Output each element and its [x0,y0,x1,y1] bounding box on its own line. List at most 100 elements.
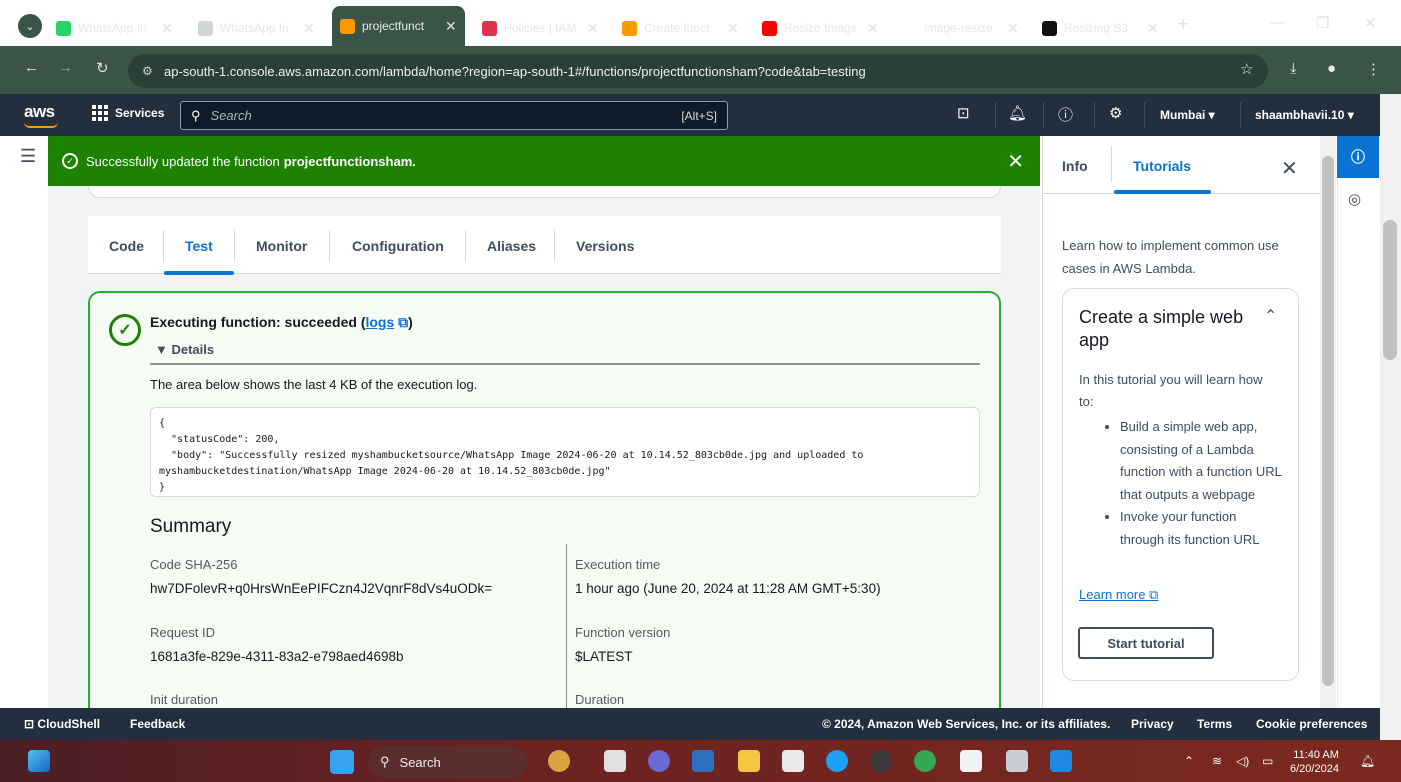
tab-divider [163,230,164,262]
close-tab-icon[interactable]: ✕ [587,20,599,37]
settings-gear-icon[interactable]: ⚙ [1109,104,1122,122]
download-icon[interactable]: ⤓ [1290,60,1297,77]
new-tab-button[interactable]: + [1178,14,1189,35]
favicon-icon [198,20,213,36]
notifications-bell-icon[interactable]: 🔔︎ [1008,104,1027,122]
panel-active-underline [1114,190,1211,194]
notepad-icon[interactable] [782,750,804,772]
close-tab-icon[interactable]: ✕ [161,20,173,37]
terms-link[interactable]: Terms [1197,717,1232,731]
account-menu[interactable]: shaambhavii.10 ▾ [1255,108,1354,122]
cloudshell-button[interactable]: ⊡ CloudShell [24,717,100,731]
search-input[interactable]: ⚲ Search [Alt+S] [180,101,728,130]
edge-browser-icon[interactable] [826,750,848,772]
panel-scrollbar-thumb[interactable] [1322,156,1334,686]
site-info-icon[interactable]: ⚙ [142,64,164,78]
tab-versions[interactable]: Versions [576,238,634,254]
notifications-bell-icon[interactable]: 🔔︎ [1360,754,1375,768]
side-nav-menu-icon[interactable]: ☰ [20,146,36,167]
tab-divider [465,230,466,262]
help-icon[interactable]: ⓘ [1058,104,1073,125]
privacy-link[interactable]: Privacy [1131,717,1174,731]
chevron-up-icon[interactable]: ⌃ [1184,754,1194,768]
wifi-icon[interactable]: ≋ [1212,754,1222,768]
close-tab-icon[interactable]: ✕ [1007,20,1019,37]
task-view-icon[interactable] [604,750,626,772]
execution-time-value: 1 hour ago (June 20, 2024 at 11:28 AM GM… [575,581,881,596]
browser-tab[interactable]: projectfunct ✕ [332,6,465,46]
feedback-link[interactable]: Feedback [130,717,185,731]
favicon-icon [482,20,497,36]
success-check-icon: ✓ [62,153,78,169]
menu-kebab-icon[interactable]: ⋮ [1366,60,1381,78]
browser-tab[interactable]: image-resize ✕ [894,10,1027,46]
details-toggle[interactable]: ▼ Details [155,342,214,357]
windows-start-icon[interactable] [330,750,354,774]
close-tab-icon[interactable]: ✕ [867,20,879,37]
browser-tab[interactable]: Resize Image ✕ [754,10,887,46]
volume-icon[interactable]: ◁) [1236,754,1249,768]
start-tutorial-button[interactable]: Start tutorial [1078,627,1214,659]
learn-more-link[interactable]: Learn more ⧉ [1079,587,1158,603]
taskbar-clock[interactable]: 11:40 AM 6/20/2024 [1290,748,1339,776]
browser-tab[interactable]: Create funct ✕ [614,10,747,46]
teams-chat-icon[interactable] [648,750,670,772]
tab-monitor[interactable]: Monitor [256,238,307,254]
page-scrollbar[interactable] [1380,94,1401,740]
taskbar-search[interactable]: ⚲ Search [368,746,528,778]
calculator-icon[interactable] [1006,750,1028,772]
tab-aliases[interactable]: Aliases [487,238,536,254]
tab-test[interactable]: Test [185,238,213,254]
chrome-browser-icon[interactable] [914,750,936,772]
favicon-icon [762,20,777,36]
profile-icon[interactable]: ● [1327,60,1336,77]
favicon-icon [340,18,355,34]
close-tab-icon[interactable]: ✕ [727,20,739,37]
tab-configuration[interactable]: Configuration [352,238,444,254]
cloudshell-icon[interactable]: ⊡ [957,104,970,122]
region-selector[interactable]: Mumbai ▾ [1160,108,1215,122]
address-bar[interactable]: ⚙ ap-south-1.console.aws.amazon.com/lamb… [128,54,1268,88]
services-menu[interactable]: Services [92,105,164,121]
vscode-icon[interactable] [1050,750,1072,772]
browser-tab[interactable]: WhatsApp In ✕ [48,10,181,46]
photos-icon[interactable] [692,750,714,772]
resources-icon[interactable]: ◎ [1348,190,1361,208]
browser-tab[interactable]: Resizing S3 ✕ [1034,10,1167,46]
panel-tab-info[interactable]: Info [1062,158,1088,174]
tab-code[interactable]: Code [109,238,144,254]
aws-logo[interactable]: aws [24,102,58,128]
widgets-icon[interactable] [28,750,50,772]
list-item: Build a simple web app, consisting of a … [1120,416,1282,506]
panel-tab-tutorials[interactable]: Tutorials [1133,158,1191,174]
page-scrollbar-thumb[interactable] [1383,220,1397,360]
close-tab-icon[interactable]: ✕ [445,18,457,35]
app-icon[interactable] [870,750,892,772]
close-tab-icon[interactable]: ✕ [1147,20,1159,37]
dismiss-flash-icon[interactable]: ✕ [1007,149,1024,174]
reload-icon[interactable]: ↻ [96,59,109,77]
bookmark-star-icon[interactable]: ☆ [1240,60,1253,78]
copilot-icon[interactable] [548,750,570,772]
tab-title: projectfunct [362,19,425,33]
store-icon[interactable] [960,750,982,772]
browser-tab[interactable]: Policies | IAM ✕ [474,10,607,46]
battery-icon[interactable]: ▭ [1262,754,1273,768]
close-tab-icon[interactable]: ✕ [303,20,315,37]
close-window-icon[interactable]: ✕ [1364,14,1377,32]
info-icon[interactable]: ⓘ [1337,136,1379,178]
file-explorer-icon[interactable] [738,750,760,772]
execution-log-output[interactable]: { "statusCode": 200, "body": "Successful… [150,407,980,497]
forward-icon[interactable]: → [58,59,73,76]
browser-tab[interactable]: WhatsApp In ✕ [190,10,323,46]
function-version-value: $LATEST [575,649,633,664]
minimize-icon[interactable]: — [1270,14,1285,31]
cookie-preferences-link[interactable]: Cookie preferences [1256,717,1367,731]
tab-search-button[interactable]: ⌄ [18,14,42,38]
back-icon[interactable]: ← [24,59,39,76]
chevron-up-icon[interactable]: ⌃ [1264,306,1277,326]
tab-divider [554,230,555,262]
close-panel-icon[interactable]: ✕ [1281,156,1298,181]
restore-icon[interactable]: ❐ [1316,14,1329,32]
logs-link[interactable]: logs [365,314,394,330]
